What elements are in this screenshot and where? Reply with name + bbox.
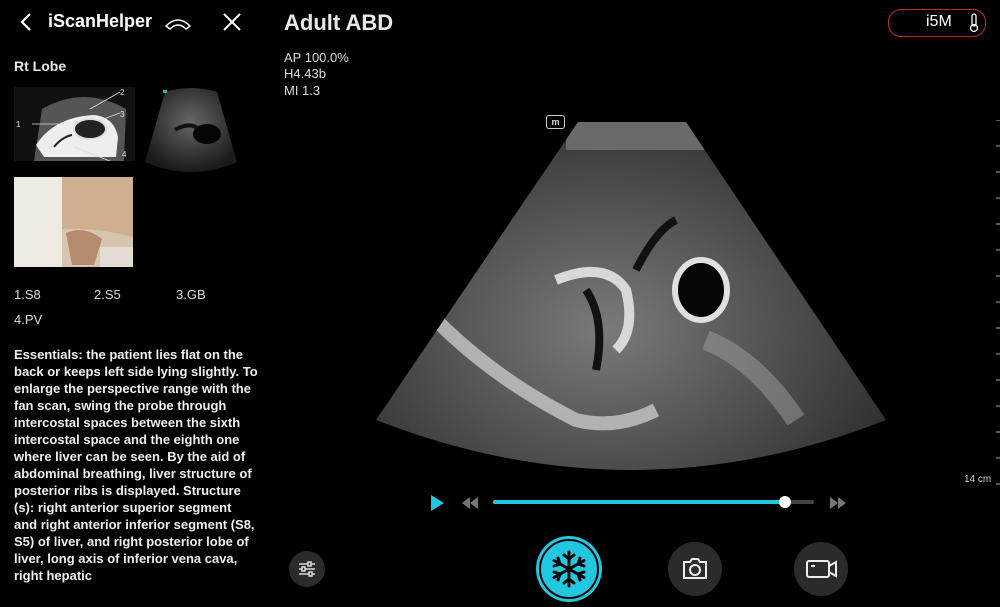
param-harmonic: H4.43b <box>284 66 326 81</box>
play-icon[interactable] <box>428 494 446 512</box>
sliders-icon <box>299 561 315 577</box>
legend-item: 4.PV <box>14 312 43 327</box>
record-video-button[interactable] <box>794 542 848 596</box>
probe-name: i5M <box>926 13 952 30</box>
legend-item: 1.S8 <box>14 287 41 302</box>
legend-item: 3.GB <box>176 287 206 302</box>
cine-progress-fill <box>493 500 786 504</box>
iscanhelper-panel: iScanHelper Rt Lobe 1 2 3 4 1.S8 2.S5 3.… <box>0 0 262 604</box>
thermometer-icon <box>967 12 981 34</box>
freeze-button[interactable] <box>536 536 602 602</box>
anatomy-diagram: 1 2 3 4 <box>14 87 135 161</box>
chevron-left-icon[interactable] <box>16 10 38 34</box>
diagram-label-4: 4 <box>122 150 127 159</box>
rewind-icon[interactable] <box>460 495 480 511</box>
helper-title: iScanHelper <box>48 11 153 31</box>
depth-scale <box>994 119 1000 500</box>
legend-item: 2.S5 <box>94 287 121 302</box>
probe-status-badge[interactable]: i5M <box>888 9 986 37</box>
settings-button[interactable] <box>289 551 325 587</box>
save-image-button[interactable] <box>668 542 722 596</box>
snowflake-icon <box>539 539 599 599</box>
param-mi: MI 1.3 <box>284 83 321 98</box>
cine-slider-handle[interactable] <box>779 496 792 508</box>
diagram-label-2: 2 <box>120 88 125 97</box>
reference-ultrasound-image <box>145 82 237 178</box>
diagram-label-3: 3 <box>120 110 125 119</box>
orientation-marker: m <box>546 115 565 129</box>
scan-description: Essentials: the patient lies flat on the… <box>14 347 258 583</box>
depth-label: 14 cm <box>964 474 992 485</box>
param-ap: AP 100.0% <box>284 50 349 65</box>
close-icon[interactable] <box>221 11 243 33</box>
section-title: Rt Lobe <box>14 58 67 74</box>
ultrasound-image[interactable] <box>376 120 886 500</box>
probe-placement-photo <box>14 177 133 267</box>
video-icon <box>806 560 837 578</box>
exam-title: Adult ABD <box>284 10 394 35</box>
cine-progress-slider[interactable] <box>493 496 814 508</box>
diagram-label-1: 1 <box>16 120 21 129</box>
probe-icon[interactable] <box>162 10 194 32</box>
camera-icon <box>683 558 707 579</box>
fast-forward-icon[interactable] <box>828 495 848 511</box>
